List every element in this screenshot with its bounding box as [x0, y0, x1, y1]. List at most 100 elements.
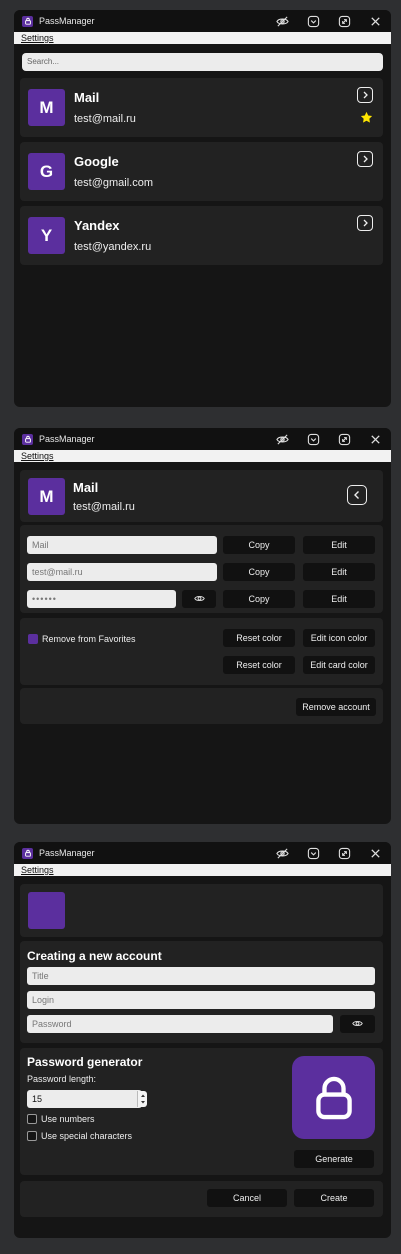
password-generator-panel: Password generator Password length: 15 U… [20, 1048, 383, 1175]
password-input[interactable]: Password [27, 1015, 333, 1033]
new-account-panel: Creating a new account Title Login Passw… [20, 941, 383, 1043]
account-title: Mail [73, 480, 99, 495]
use-numbers-checkbox[interactable] [27, 1114, 37, 1124]
generator-heading: Password generator [27, 1055, 143, 1069]
search-input[interactable]: Search... [22, 53, 383, 71]
open-account-button[interactable] [357, 215, 373, 231]
hide-eye-icon[interactable] [274, 845, 290, 861]
login-field[interactable]: test@mail.ru [27, 563, 217, 581]
hide-eye-icon[interactable] [274, 431, 290, 447]
menu-bar: Settings [14, 32, 391, 44]
copy-password-button[interactable]: Copy [223, 590, 295, 608]
maximize-icon[interactable] [336, 431, 352, 447]
hide-eye-icon[interactable] [274, 13, 290, 29]
account-title: Google [74, 154, 119, 169]
open-account-button[interactable] [357, 151, 373, 167]
minimize-icon[interactable] [305, 13, 321, 29]
account-card-mail[interactable]: M Mail test@mail.ru [20, 78, 383, 137]
title-field[interactable]: Mail [27, 536, 217, 554]
copy-login-button[interactable]: Copy [223, 563, 295, 581]
lock-icon [315, 1076, 352, 1119]
length-spinbox[interactable]: 15 [27, 1090, 142, 1108]
new-account-preview-panel [20, 884, 383, 937]
edit-password-button[interactable]: Edit [303, 590, 375, 608]
password-logo-lock [292, 1056, 375, 1139]
maximize-icon[interactable] [336, 13, 352, 29]
account-login: test@gmail.com [74, 177, 154, 189]
use-special-checkbox[interactable] [27, 1131, 37, 1141]
close-icon[interactable] [367, 431, 383, 447]
maximize-icon[interactable] [336, 845, 352, 861]
credentials-panel: Mail Copy Edit test@mail.ru Copy Edit ••… [20, 525, 383, 613]
menu-settings[interactable]: Settings [21, 33, 54, 43]
length-label: Password length: [27, 1074, 97, 1084]
title-bar: PassManager [14, 428, 391, 450]
close-icon[interactable] [367, 13, 383, 29]
new-account-heading: Creating a new account [27, 949, 162, 963]
star-icon[interactable] [360, 111, 373, 124]
copy-title-button[interactable]: Copy [223, 536, 295, 554]
menu-settings[interactable]: Settings [21, 865, 54, 875]
window-account-list: PassManager Settings Search... M Mail te… [14, 10, 391, 407]
length-stepper[interactable] [137, 1091, 147, 1107]
account-login: test@mail.ru [73, 501, 135, 513]
eye-icon [352, 1020, 363, 1027]
account-card-yandex[interactable]: Y Yandex test@yandex.ru [20, 206, 383, 265]
account-login: test@mail.ru [74, 113, 136, 125]
appearance-panel: Remove from Favorites Reset color Edit i… [20, 618, 383, 685]
lock-icon [22, 847, 33, 859]
window-create-account: PassManager Settings Creating a new acco… [14, 842, 391, 1238]
use-numbers-label: Use numbers [41, 1114, 95, 1124]
menu-bar: Settings [14, 450, 391, 462]
use-special-label: Use special characters [41, 1131, 133, 1141]
show-password-button[interactable] [182, 590, 216, 608]
cancel-button[interactable]: Cancel [207, 1189, 287, 1207]
title-input[interactable]: Title [27, 967, 375, 985]
account-avatar[interactable] [28, 892, 65, 929]
app-title: PassManager [39, 16, 95, 26]
minimize-icon[interactable] [305, 845, 321, 861]
title-bar: PassManager [14, 842, 391, 864]
close-icon[interactable] [367, 845, 383, 861]
minimize-icon[interactable] [305, 431, 321, 447]
reset-card-color-button[interactable]: Reset color [223, 656, 295, 674]
remove-account-button[interactable]: Remove account [296, 698, 376, 716]
actions-panel: Cancel Create [20, 1181, 383, 1217]
chevron-right-icon [363, 219, 368, 227]
show-password-button[interactable] [340, 1015, 375, 1033]
account-title: Yandex [74, 218, 120, 233]
window-account-detail: PassManager Settings M Mail test@mail.ru… [14, 428, 391, 824]
eye-icon [193, 595, 205, 602]
account-avatar: G [28, 153, 65, 190]
back-button[interactable] [347, 485, 367, 505]
create-button[interactable]: Create [294, 1189, 374, 1207]
chevron-right-icon [363, 155, 368, 163]
account-avatar: M [28, 89, 65, 126]
reset-icon-color-button[interactable]: Reset color [223, 629, 295, 647]
edit-card-color-button[interactable]: Edit card color [303, 656, 375, 674]
edit-login-button[interactable]: Edit [303, 563, 375, 581]
password-field[interactable]: •••••• [27, 590, 176, 608]
lock-icon [22, 15, 33, 27]
edit-icon-color-button[interactable]: Edit icon color [303, 629, 375, 647]
favorite-label: Remove from Favorites [42, 634, 136, 644]
stepper-arrows-icon [141, 1094, 145, 1104]
lock-icon [22, 433, 33, 445]
account-card-google[interactable]: G Google test@gmail.com [20, 142, 383, 201]
title-bar: PassManager [14, 10, 391, 32]
account-header-panel: M Mail test@mail.ru [20, 470, 383, 522]
app-title: PassManager [39, 434, 95, 444]
app-title: PassManager [39, 848, 95, 858]
generate-button[interactable]: Generate [294, 1150, 374, 1168]
menu-bar: Settings [14, 864, 391, 876]
open-account-button[interactable] [357, 87, 373, 103]
menu-settings[interactable]: Settings [21, 451, 54, 461]
account-login: test@yandex.ru [74, 241, 152, 253]
danger-panel: Remove account [20, 688, 383, 724]
account-title: Mail [74, 90, 100, 105]
login-input[interactable]: Login [27, 991, 375, 1009]
chevron-right-icon [363, 91, 368, 99]
edit-title-button[interactable]: Edit [303, 536, 375, 554]
favorite-checkbox[interactable] [28, 634, 38, 644]
account-avatar: M [28, 478, 65, 515]
